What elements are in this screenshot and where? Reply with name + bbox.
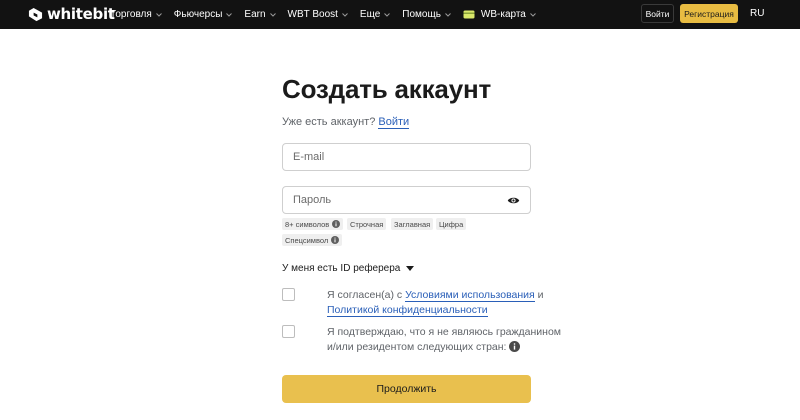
brand-logo[interactable]: whitebit	[28, 5, 115, 23]
card-icon	[463, 10, 475, 19]
eye-icon[interactable]	[507, 195, 520, 206]
password-rule-label: Цифра	[439, 219, 464, 229]
nav-more[interactable]: Еще	[359, 9, 391, 20]
whitebit-logo-icon	[28, 7, 43, 21]
chevron-down-icon	[530, 12, 536, 17]
email-field[interactable]	[283, 144, 530, 170]
chevron-down-icon	[226, 12, 233, 17]
password-rule-length: 8+ символов	[282, 218, 344, 230]
referrer-label: У меня есть ID реферера	[282, 263, 401, 274]
info-icon[interactable]	[332, 220, 341, 228]
chevron-down-icon	[269, 12, 276, 17]
password-rule-digit: Цифра	[436, 218, 467, 230]
terms-agreement-text: Я согласен(а) с Условиями использования …	[327, 288, 567, 318]
password-rule-special: Спецсимвол	[282, 234, 343, 246]
terms-link[interactable]: Условиями использования	[405, 289, 535, 302]
agree-and: и	[537, 289, 544, 301]
email-field-wrapper	[282, 143, 531, 171]
nav-wbt-boost-label: WBT Boost	[287, 9, 338, 20]
language-selector[interactable]: RU	[750, 0, 764, 27]
info-icon[interactable]	[331, 236, 340, 244]
password-rule-label: 8+ символов	[285, 219, 330, 229]
page-title: Создать аккаунт	[282, 74, 491, 104]
chevron-down-icon	[342, 12, 348, 17]
residency-text: Я подтверждаю, что я не являюсь граждани…	[327, 326, 562, 353]
continue-button[interactable]: Продолжить	[282, 375, 531, 403]
residency-confirmation-text: Я подтверждаю, что я не являюсь граждани…	[327, 325, 567, 355]
nav-wb-card-label: WB-карта	[480, 9, 526, 20]
password-rule-label: Заглавная	[394, 219, 431, 229]
nav-futures-label: Фьючерсы	[173, 9, 223, 20]
chevron-down-icon	[155, 12, 162, 17]
password-rule-label: Спецсимвол	[285, 235, 329, 245]
password-rule-uppercase: Заглавная	[391, 218, 434, 230]
password-rule-lowercase: Строчная	[347, 218, 387, 230]
referrer-toggle[interactable]: У меня есть ID реферера	[282, 263, 415, 274]
have-account-text: Уже есть аккаунт?	[282, 116, 376, 128]
chevron-down-icon	[445, 12, 451, 17]
nav-wb-card[interactable]: WB-карта	[463, 9, 536, 20]
login-button[interactable]: Войти	[641, 4, 674, 23]
password-field-wrapper	[282, 186, 531, 214]
privacy-link[interactable]: Политикой конфиденциальности	[327, 304, 488, 317]
login-link[interactable]: Войти	[378, 116, 410, 129]
agree-prefix: Я согласен(а) с	[327, 289, 403, 301]
residency-checkbox[interactable]	[282, 325, 295, 338]
brand-name: whitebit	[47, 5, 115, 23]
password-field[interactable]	[283, 187, 530, 213]
nav-help[interactable]: Помощь	[402, 9, 451, 20]
nav-trading-label: Торговля	[110, 9, 152, 20]
register-button[interactable]: Регистрация	[680, 4, 738, 23]
top-navigation-bar: whitebit Торговля Фьючерсы Earn WBT Boos…	[0, 0, 800, 29]
nav-earn[interactable]: Earn	[244, 9, 276, 20]
chevron-down-icon	[384, 12, 391, 17]
info-icon[interactable]	[509, 341, 521, 352]
password-rule-label: Строчная	[350, 219, 384, 229]
nav-wbt-boost[interactable]: WBT Boost	[288, 9, 348, 20]
nav-trading[interactable]: Торговля	[110, 9, 162, 20]
nav-earn-label: Earn	[244, 9, 266, 20]
have-account-line: Уже есть аккаунт? Войти	[282, 116, 410, 129]
nav-more-label: Еще	[359, 9, 381, 20]
nav-futures[interactable]: Фьючерсы	[174, 9, 233, 20]
caret-down-icon	[406, 266, 415, 271]
terms-checkbox[interactable]	[282, 288, 295, 301]
main-nav: Торговля Фьючерсы Earn WBT Boost Еще Пом…	[110, 0, 548, 29]
nav-help-label: Помощь	[402, 9, 441, 20]
